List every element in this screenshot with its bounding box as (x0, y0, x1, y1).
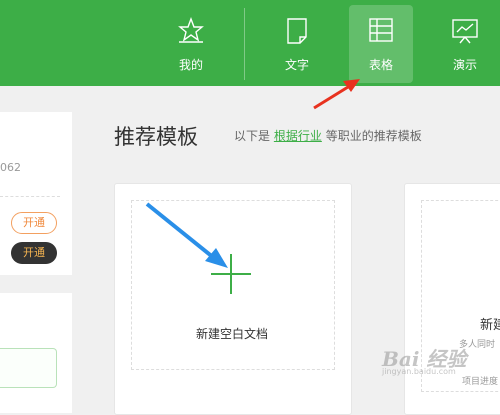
blue-arrow (145, 202, 228, 268)
annotation-arrows (145, 79, 360, 268)
red-arrow (313, 79, 360, 110)
